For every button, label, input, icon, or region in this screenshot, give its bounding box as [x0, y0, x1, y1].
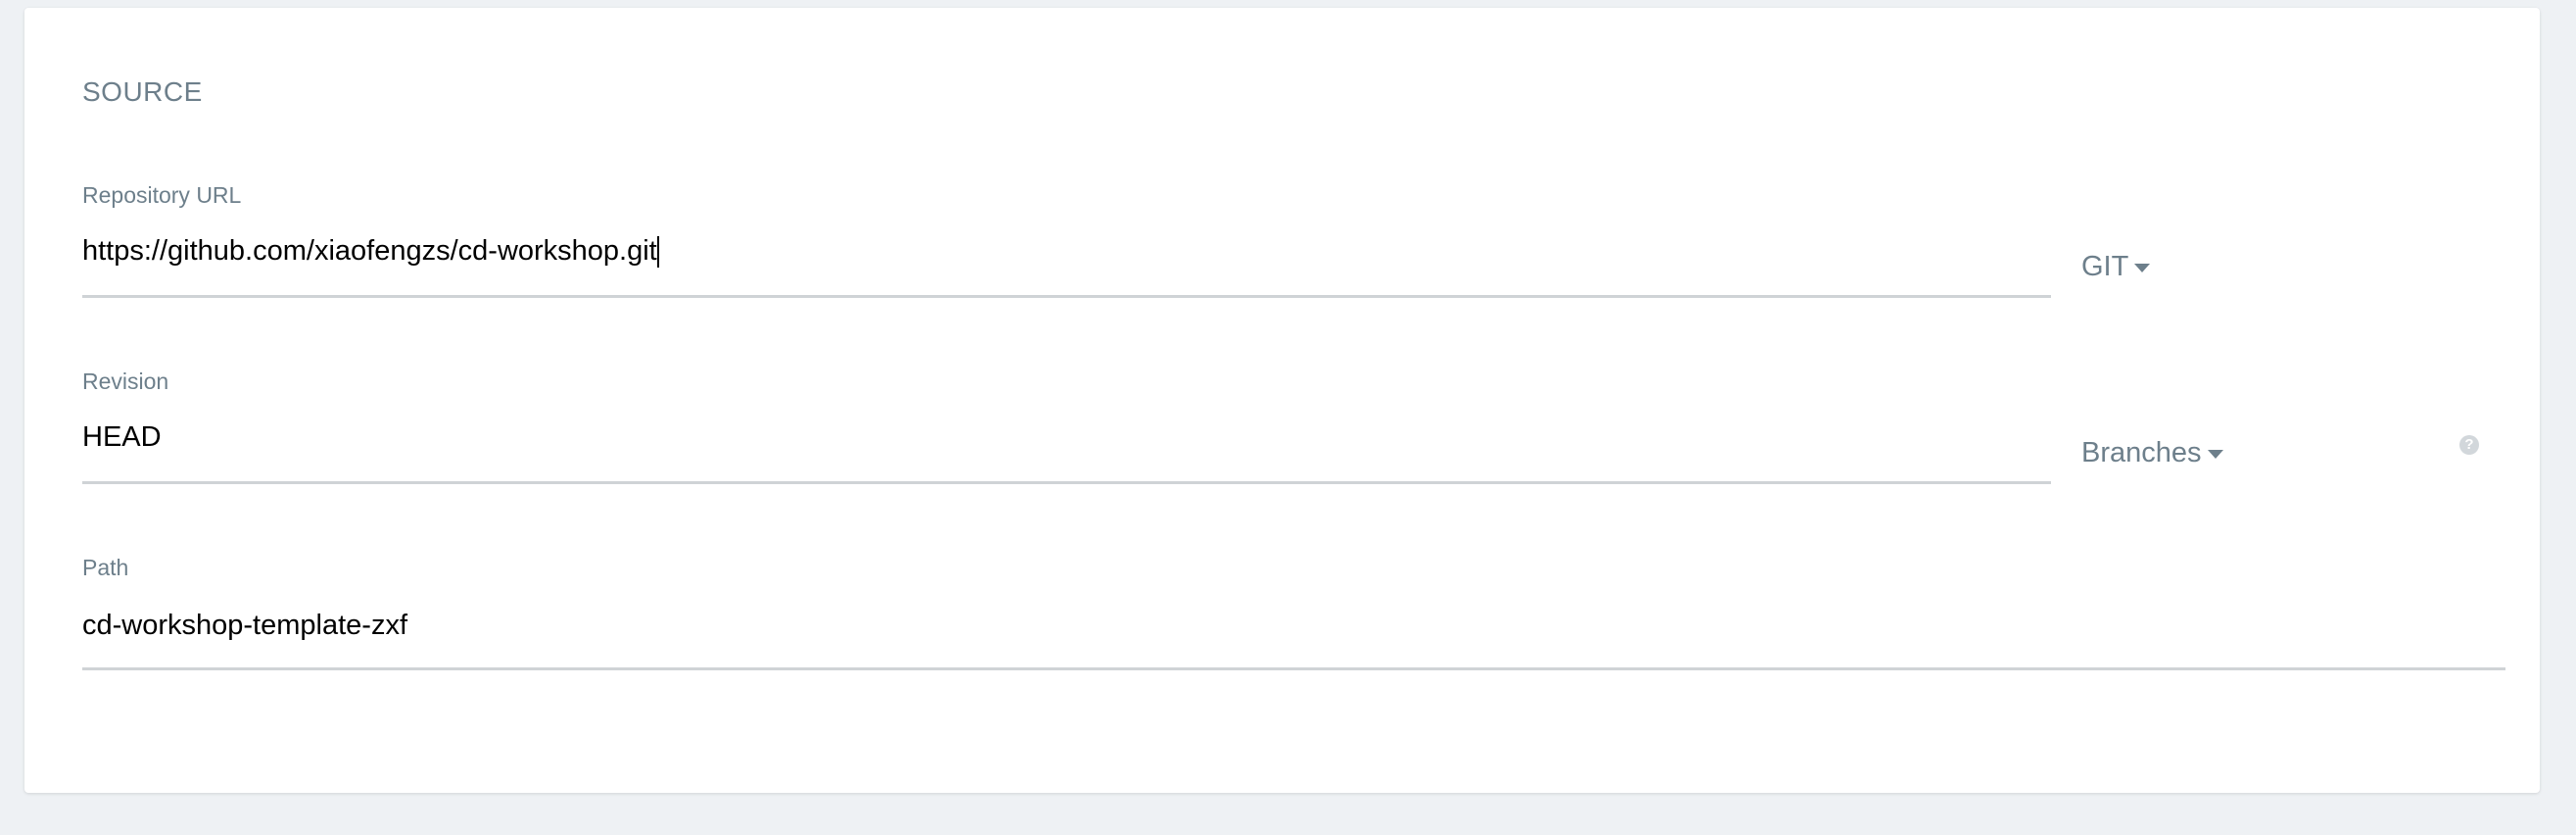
- caret-down-icon: [2207, 450, 2223, 459]
- repository-url-input[interactable]: https://github.com/xiaofengzs/cd-worksho…: [82, 226, 2031, 275]
- revision-input[interactable]: HEAD: [82, 413, 2031, 462]
- path-label: Path: [82, 555, 129, 580]
- section-title: SOURCE: [82, 76, 203, 107]
- caret-down-icon: [2134, 264, 2151, 272]
- repo-type-dropdown[interactable]: GIT: [2081, 251, 2151, 283]
- repository-url-underline: [82, 295, 2051, 298]
- revision-underline: [82, 481, 2051, 484]
- revision-mode-label: Branches: [2081, 437, 2202, 468]
- repository-url-label: Repository URL: [82, 182, 242, 208]
- source-card: SOURCE Repository URL https://github.com…: [24, 8, 2540, 793]
- path-input[interactable]: cd-workshop-template-zxf: [82, 601, 2472, 650]
- text-cursor: [656, 236, 659, 269]
- revision-value: HEAD: [82, 421, 162, 453]
- repo-type-label: GIT: [2081, 251, 2129, 282]
- path-underline: [82, 667, 2505, 670]
- revision-label: Revision: [82, 368, 169, 394]
- help-icon[interactable]: ?: [2459, 435, 2479, 455]
- revision-mode-dropdown[interactable]: Branches: [2081, 437, 2223, 469]
- path-value: cd-workshop-template-zxf: [82, 610, 407, 641]
- repository-url-value: https://github.com/xiaofengzs/cd-worksho…: [82, 235, 657, 267]
